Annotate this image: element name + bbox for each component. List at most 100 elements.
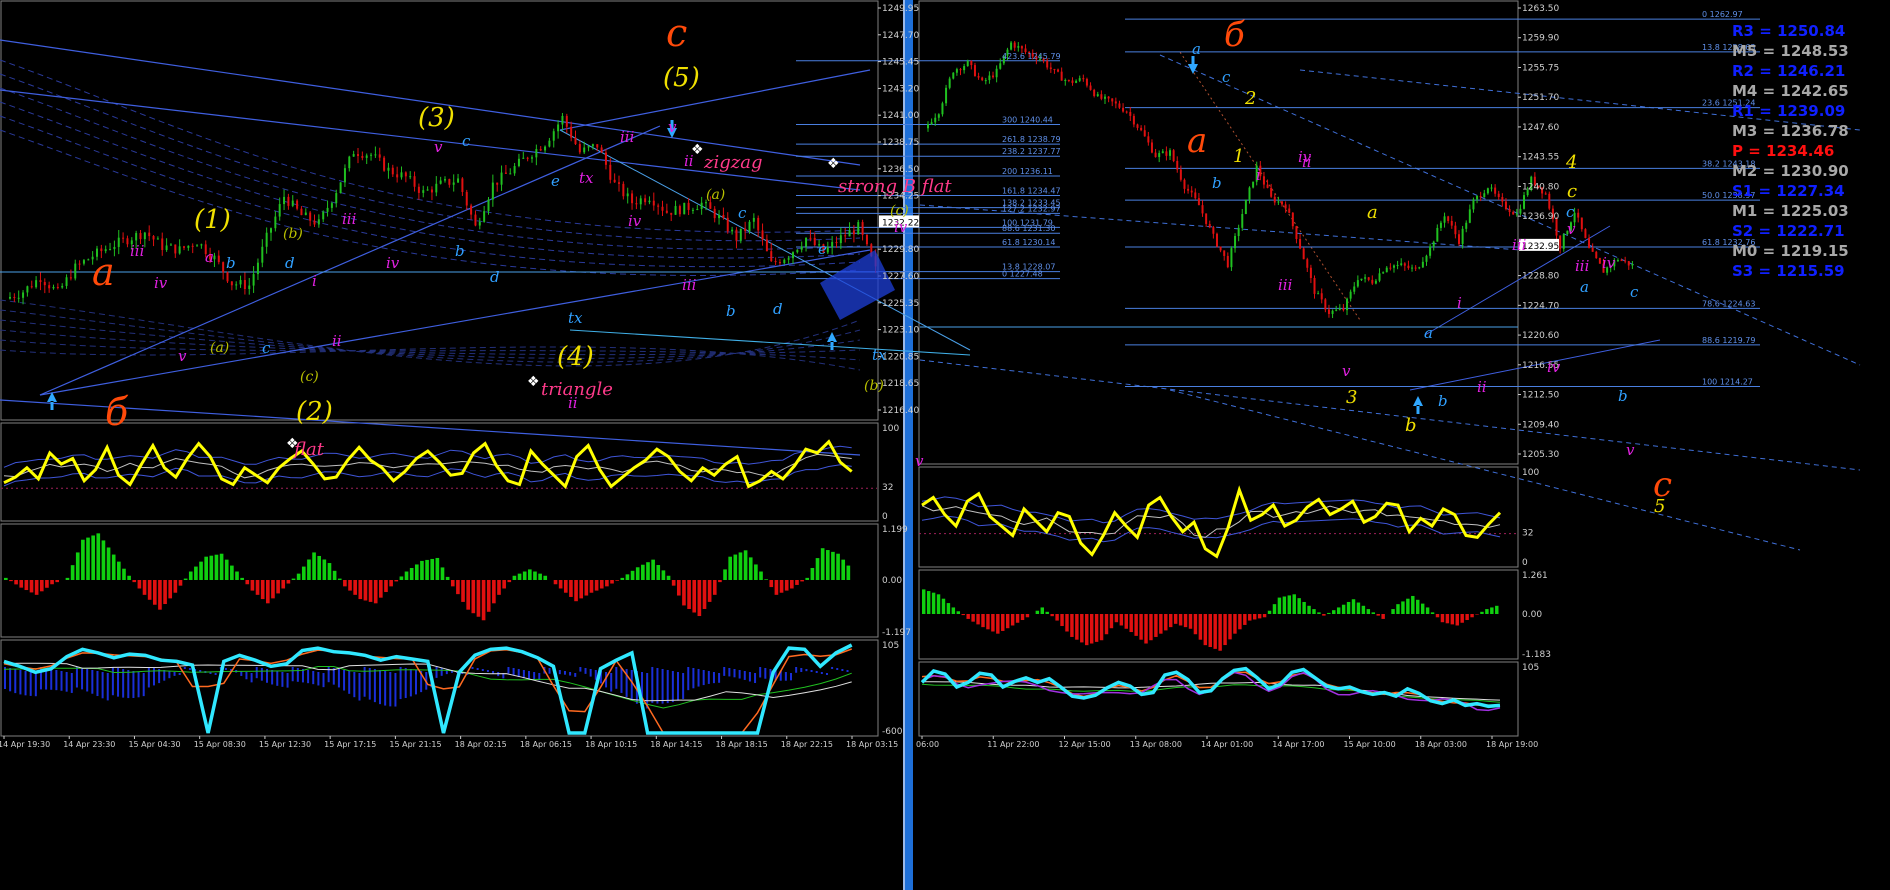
- left-osc3-blue-bar: [96, 671, 99, 697]
- wave-label-a: a: [92, 250, 115, 294]
- left-candle-body: [548, 140, 551, 147]
- left-candle-body: [452, 182, 455, 185]
- left-candle-body: [169, 244, 172, 246]
- left-candle-body: [535, 148, 538, 158]
- wave-minor-label: c: [462, 132, 471, 150]
- left-osc2-bar: [769, 580, 774, 588]
- left-osc2-bar: [281, 580, 286, 589]
- wave-minor-label: i: [312, 272, 317, 290]
- right-candle-body: [1425, 255, 1428, 262]
- left-osc2-bar: [332, 570, 337, 580]
- left-osc2-bar: [471, 580, 476, 614]
- right-candle-body: [1096, 94, 1099, 97]
- left-osc2-bar: [414, 564, 419, 580]
- left-candle-body: [639, 198, 642, 205]
- left-osc2-axis-bottom: -1.197: [882, 628, 911, 638]
- left-candle-body: [757, 217, 760, 231]
- left-osc3-blue-bar: [368, 668, 371, 700]
- right-osc2-bar: [1089, 614, 1094, 644]
- pivot-level-12: S3 = 1215.59: [1732, 262, 1845, 280]
- left-candle-body: [574, 137, 577, 145]
- right-osc2-bar: [1228, 614, 1232, 640]
- left-candle-body: [578, 144, 581, 153]
- left-candle-body: [683, 202, 686, 215]
- left-candle-body: [657, 205, 660, 207]
- left-osc3-blue-bar: [50, 669, 53, 690]
- right-wave-a-minor: a: [1367, 202, 1378, 223]
- left-osc3-cyan: [3, 643, 853, 735]
- right-candle-body: [1353, 286, 1356, 292]
- left-candle-body: [735, 229, 738, 241]
- left-candle-body: [291, 200, 294, 206]
- left-osc2-bar: [404, 571, 409, 580]
- left-osc2-bar: [646, 562, 650, 580]
- wave-minor-label: c: [262, 339, 271, 357]
- right-candle-body: [1364, 277, 1367, 279]
- left-osc2-bar: [728, 556, 733, 580]
- left-osc3-blue-bar: [666, 670, 669, 704]
- right-osc2-bar: [1460, 614, 1464, 623]
- right-candle-body: [1317, 293, 1320, 295]
- left-osc2-bar: [605, 580, 609, 587]
- left-osc2-bar: [250, 580, 255, 591]
- right-osc2-bar: [1134, 614, 1138, 636]
- left-osc2-bar: [301, 566, 306, 580]
- right-osc2-bar: [1292, 594, 1296, 614]
- left-candle-body: [435, 183, 438, 193]
- left-osc2-bar: [168, 580, 173, 599]
- right-osc1-axis-mid: 32: [1522, 529, 1533, 539]
- right-osc2-bar: [941, 598, 946, 614]
- right-osc2-bar: [1465, 614, 1469, 621]
- right-candle-body: [1407, 265, 1410, 269]
- left-osc2-bar: [188, 571, 193, 580]
- right-candle-body: [1017, 46, 1020, 48]
- grid-layer: [0, 0, 1861, 890]
- left-candle-body: [722, 214, 725, 218]
- left-candle-body: [439, 180, 442, 184]
- right-candle-body: [1288, 208, 1291, 213]
- right-time-label: 14 Apr 17:00: [1272, 740, 1324, 749]
- left-candle-body: [287, 196, 290, 206]
- left-candle-body: [583, 147, 586, 153]
- left-osc3-blue-bar: [533, 672, 536, 680]
- left-osc2-bar: [106, 547, 111, 580]
- left-candle-body: [126, 238, 129, 245]
- left-candle-body: [631, 193, 634, 204]
- left-osc2-bar: [589, 580, 594, 593]
- left-candle-body: [391, 167, 394, 175]
- left-osc3-blue-bar: [106, 673, 109, 701]
- wave-minor-label: v: [668, 118, 677, 136]
- right-candle-body: [988, 75, 991, 81]
- left-osc2-bar: [481, 580, 486, 621]
- left-candle-body: [752, 217, 755, 222]
- right-osc2-bar: [1208, 614, 1212, 648]
- left-osc3-blue-bar: [656, 668, 659, 704]
- right-candle-body: [1237, 227, 1240, 237]
- right-price-label: 1259.90: [1522, 34, 1559, 44]
- left-osc2-bar: [610, 580, 614, 584]
- left-osc2-bar: [142, 580, 147, 595]
- left-osc2-bar: [91, 535, 95, 580]
- left-osc2-bar: [615, 580, 619, 581]
- left-osc3-axis-bottom: -600: [882, 727, 903, 737]
- left-candle-body: [309, 212, 312, 221]
- left-osc3-blue-bar: [271, 670, 274, 685]
- left-candle-body: [409, 176, 412, 178]
- right-candle-body: [1215, 233, 1218, 247]
- right-osc2-bar: [1322, 614, 1326, 616]
- right-osc2-bar: [1104, 614, 1109, 635]
- left-osc3-blue-bar: [764, 668, 767, 679]
- left-osc3-blue-bar: [214, 673, 217, 675]
- right-price-label: 1212.50: [1522, 391, 1559, 401]
- pivot-level-8: S1 = 1227.34: [1732, 182, 1845, 200]
- wave-minor-label: iii: [342, 210, 357, 228]
- wave-minor-label: tx: [568, 309, 583, 327]
- right-candle-body: [1472, 199, 1475, 210]
- left-osc3-blue-bar: [173, 672, 176, 676]
- right-candle-body: [1089, 85, 1092, 90]
- right-candle-body: [1194, 192, 1197, 199]
- right-osc2-bar: [1445, 614, 1450, 624]
- left-candle-body: [609, 164, 612, 180]
- right-time-label: 13 Apr 08:00: [1130, 740, 1182, 749]
- left-osc2-bar: [697, 580, 702, 617]
